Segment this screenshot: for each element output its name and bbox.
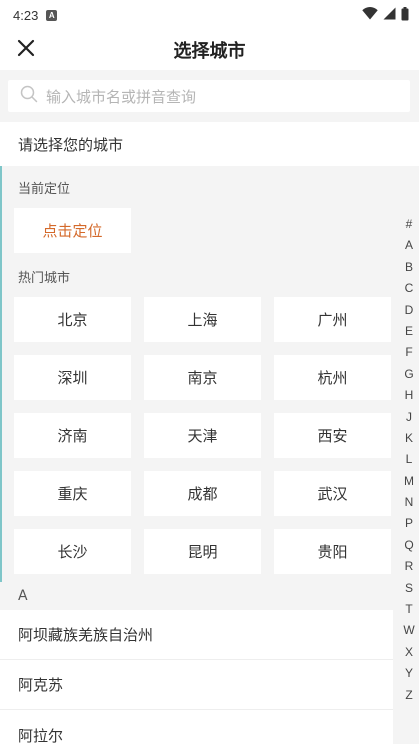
index-letter[interactable]: D xyxy=(399,300,419,321)
index-letter[interactable]: P xyxy=(399,513,419,534)
wifi-icon xyxy=(362,7,378,23)
hot-city-item[interactable]: 济南 xyxy=(14,413,131,458)
page-title: 选择城市 xyxy=(173,41,246,62)
hot-city-item[interactable]: 武汉 xyxy=(274,471,391,516)
city-list-item[interactable]: 阿克苏 xyxy=(0,660,393,710)
index-letter[interactable]: F xyxy=(399,342,419,363)
hot-city-item[interactable]: 长沙 xyxy=(14,529,131,574)
index-letter[interactable]: T xyxy=(399,599,419,620)
hot-cities-label: 热门城市 xyxy=(18,271,71,286)
search-input[interactable]: 输入城市名或拼音查询 xyxy=(8,80,410,112)
search-placeholder: 输入城市名或拼音查询 xyxy=(46,87,197,106)
hot-city-item[interactable]: 深圳 xyxy=(14,355,131,400)
signal-icon xyxy=(383,7,396,23)
index-letter[interactable]: Y xyxy=(399,663,419,684)
hot-city-item[interactable]: 广州 xyxy=(274,297,391,342)
search-icon xyxy=(20,85,38,107)
index-letter[interactable]: B xyxy=(399,257,419,278)
hot-city-item[interactable]: 贵阳 xyxy=(274,529,391,574)
index-letter[interactable]: # xyxy=(399,214,419,235)
index-letter[interactable]: W xyxy=(399,620,419,641)
index-letter[interactable]: M xyxy=(399,471,419,492)
group-header-letter: A xyxy=(0,582,393,610)
hot-city-item[interactable]: 重庆 xyxy=(14,471,131,516)
select-city-prompt: 请选择您的城市 xyxy=(0,122,419,166)
hot-cities-grid: 北京 上海 广州 深圳 南京 杭州 济南 天津 西安 重庆 成都 武汉 长沙 昆… xyxy=(14,297,391,574)
index-letter[interactable]: R xyxy=(399,556,419,577)
index-letter[interactable]: X xyxy=(399,642,419,663)
index-letter[interactable]: H xyxy=(399,385,419,406)
hot-city-item[interactable]: 昆明 xyxy=(144,529,261,574)
index-letter[interactable]: K xyxy=(399,428,419,449)
status-time: 4:23 xyxy=(13,7,39,23)
city-list-item[interactable]: 阿坝藏族羌族自治州 xyxy=(0,610,393,660)
index-letter[interactable]: S xyxy=(399,578,419,599)
app-header: 选择城市 xyxy=(0,30,419,70)
hot-city-item[interactable]: 上海 xyxy=(144,297,261,342)
hot-city-item[interactable]: 天津 xyxy=(144,413,261,458)
index-letter[interactable]: E xyxy=(399,321,419,342)
close-button[interactable] xyxy=(14,38,38,62)
index-letter[interactable]: Z xyxy=(399,685,419,706)
index-letter[interactable]: L xyxy=(399,449,419,470)
index-letter[interactable]: C xyxy=(399,278,419,299)
hot-city-item[interactable]: 北京 xyxy=(14,297,131,342)
index-letter[interactable]: G xyxy=(399,364,419,385)
city-list: 阿坝藏族羌族自治州 阿克苏 阿拉尔 xyxy=(0,610,393,744)
index-letter[interactable]: N xyxy=(399,492,419,513)
city-list-item[interactable]: 阿拉尔 xyxy=(0,710,393,744)
index-letter[interactable]: Q xyxy=(399,535,419,556)
status-left: 4:23 A xyxy=(13,7,58,23)
search-section: 输入城市名或拼音查询 xyxy=(0,70,419,122)
alphabet-index-bar[interactable]: # A B C D E F G H J K L M N P Q R S T W X Y Z xyxy=(399,214,419,706)
hot-city-item[interactable]: 成都 xyxy=(144,471,261,516)
notification-app-icon: A xyxy=(46,9,58,21)
current-location-label: 当前定位 xyxy=(18,182,71,197)
hot-city-item[interactable]: 杭州 xyxy=(274,355,391,400)
close-icon xyxy=(17,39,35,61)
status-right xyxy=(362,6,409,24)
locate-button[interactable]: 点击定位 xyxy=(14,208,131,253)
index-letter[interactable]: A xyxy=(399,235,419,256)
hot-city-item[interactable]: 南京 xyxy=(144,355,261,400)
battery-icon xyxy=(401,6,409,24)
status-bar: 4:23 A xyxy=(0,0,419,30)
hot-city-item[interactable]: 西安 xyxy=(274,413,391,458)
index-letter[interactable]: J xyxy=(399,407,419,428)
